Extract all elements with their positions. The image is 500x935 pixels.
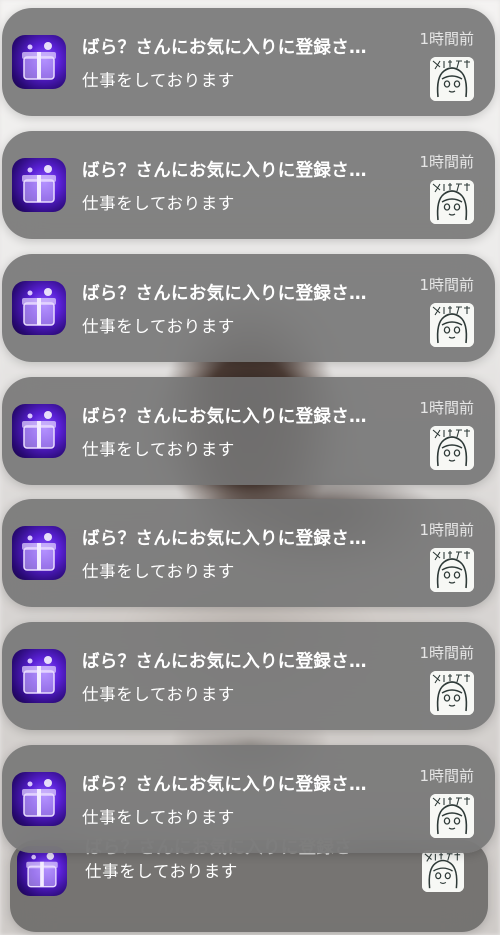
purple-gift-app-icon xyxy=(12,526,66,580)
purple-gift-app-icon xyxy=(12,404,66,458)
manga-girl-thumbnail xyxy=(430,671,474,715)
notification-time: 1時間前 xyxy=(419,153,474,171)
notification-body: 仕事をしております xyxy=(82,808,235,827)
notification-body: 仕事をしております xyxy=(82,440,235,459)
notification-time: 1時間前 xyxy=(419,30,474,48)
notification-title: ばら？さんにお気に入りに登録さ… xyxy=(82,284,367,304)
purple-gift-app-icon xyxy=(12,649,66,703)
notification-card[interactable]: ばら？さんにお気に入りに登録さ… 仕事をしております 1時間前 xyxy=(2,8,495,116)
purple-gift-app-icon xyxy=(12,35,66,89)
notification-body: 仕事をしております xyxy=(85,862,238,881)
notification-title: ばら？さんにお気に入りに登録さ… xyxy=(82,407,367,427)
notification-body: 仕事をしております xyxy=(82,685,235,704)
notification-card[interactable]: ばら？さんにお気に入りに登録さ… 仕事をしております 1時間前 xyxy=(2,499,495,607)
purple-gift-app-icon xyxy=(12,281,66,335)
notification-title: ばら？さんにお気に入りに登録さ… xyxy=(82,161,367,181)
notification-time: 1時間前 xyxy=(419,399,474,417)
notification-title: ばら？さんにお気に入りに登録さ… xyxy=(82,38,367,58)
notification-time: 1時間前 xyxy=(419,644,474,662)
purple-gift-app-icon xyxy=(12,772,66,826)
notification-card[interactable]: ばら？さんにお気に入りに登録さ… 仕事をしております 1時間前 xyxy=(2,254,495,362)
manga-girl-thumbnail xyxy=(430,548,474,592)
manga-girl-thumbnail xyxy=(422,850,464,892)
notification-time: 1時間前 xyxy=(419,521,474,539)
purple-gift-app-icon xyxy=(12,158,66,212)
manga-girl-thumbnail xyxy=(430,426,474,470)
notification-body: 仕事をしております xyxy=(82,317,235,336)
notification-stack: ばら？さんにお気に入りに登録さ 仕事をしております xyxy=(0,0,500,935)
manga-girl-thumbnail xyxy=(430,57,474,101)
manga-girl-thumbnail xyxy=(430,180,474,224)
stacked-notification[interactable]: ばら？さんにお気に入りに登録さ 仕事をしております xyxy=(10,838,488,932)
notification-body: 仕事をしております xyxy=(82,194,235,213)
manga-girl-thumbnail xyxy=(430,794,474,838)
manga-girl-thumbnail xyxy=(430,303,474,347)
notification-card[interactable]: ばら？さんにお気に入りに登録さ… 仕事をしております 1時間前 xyxy=(2,745,495,853)
notification-card[interactable]: ばら？さんにお気に入りに登録さ… 仕事をしております 1時間前 xyxy=(2,622,495,730)
notification-card[interactable]: ばら？さんにお気に入りに登録さ… 仕事をしております 1時間前 xyxy=(2,131,495,239)
notification-title: ばら？さんにお気に入りに登録さ… xyxy=(82,652,367,672)
notification-body: 仕事をしております xyxy=(82,562,235,581)
notification-body: 仕事をしております xyxy=(82,71,235,90)
notification-time: 1時間前 xyxy=(419,276,474,294)
notification-time: 1時間前 xyxy=(419,767,474,785)
purple-gift-app-icon xyxy=(17,846,67,896)
notification-title: ばら？さんにお気に入りに登録さ… xyxy=(82,775,367,795)
notification-card[interactable]: ばら？さんにお気に入りに登録さ… 仕事をしております 1時間前 xyxy=(2,377,495,485)
notification-title: ばら？さんにお気に入りに登録さ… xyxy=(82,529,367,549)
